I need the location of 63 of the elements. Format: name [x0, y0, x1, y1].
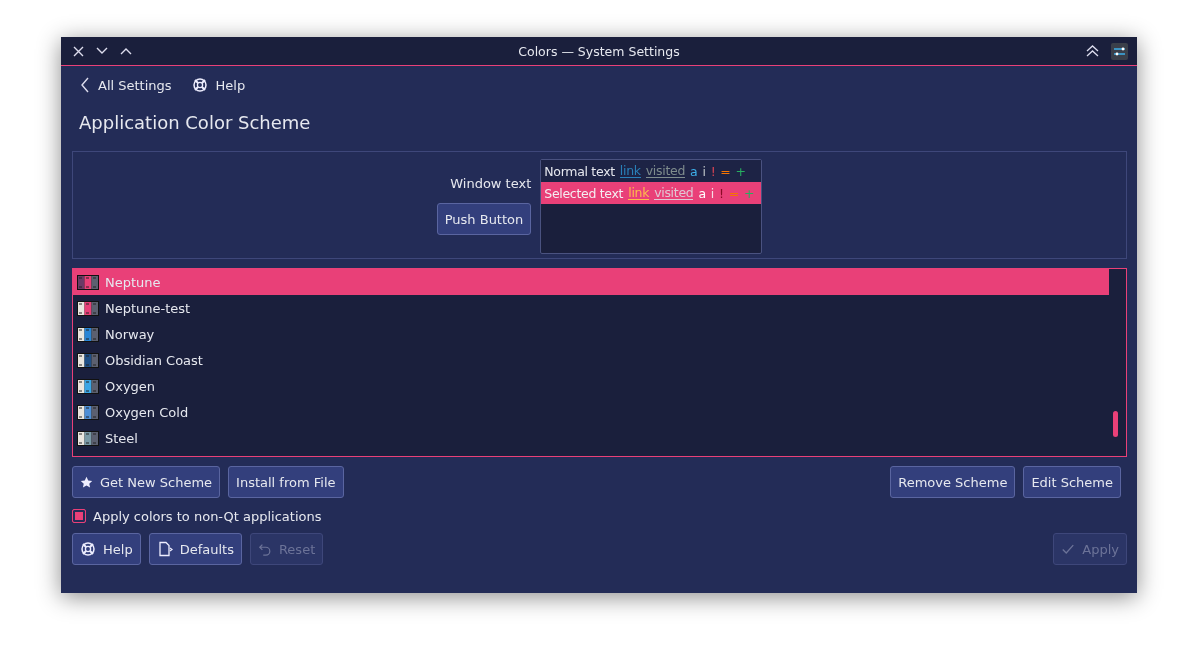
preview-text: +: [735, 163, 746, 179]
back-button[interactable]: All Settings: [80, 77, 172, 93]
preview-text: link: [619, 164, 641, 178]
scheme-item[interactable]: Obsidian Coast: [73, 347, 1109, 373]
scheme-name: Obsidian Coast: [105, 352, 203, 368]
push-button[interactable]: Install from File: [228, 466, 344, 498]
scheme-name: Neptune: [105, 274, 161, 290]
scheme-item[interactable]: Oxygen Cold: [73, 399, 1109, 425]
scheme-name: Norway: [105, 326, 155, 342]
color-scheme-icon: [77, 274, 99, 290]
maximize-icon[interactable]: [120, 47, 132, 55]
undo-icon: [257, 542, 272, 556]
checkbox-label: Apply colors to non-Qt applications: [93, 508, 322, 524]
preview-text: i: [702, 163, 706, 179]
page-title: Application Color Scheme: [79, 112, 312, 135]
preview-text: !: [710, 163, 716, 179]
preview-text: Normal text: [544, 163, 615, 179]
checkbox[interactable]: [72, 509, 86, 523]
push-button[interactable]: Push Button: [436, 203, 532, 235]
push-button[interactable]: Edit Scheme: [1023, 466, 1121, 498]
push-button[interactable]: Remove Scheme: [890, 466, 1016, 498]
scrollbar-handle[interactable]: [1113, 411, 1118, 437]
preview-text: i: [710, 185, 714, 201]
keep-above-icon[interactable]: [1086, 45, 1099, 57]
color-scheme-icon: [77, 404, 99, 420]
scheme-name: Oxygen Cold: [105, 404, 189, 420]
window-text-label: Window text: [450, 176, 532, 191]
preview-text: =: [728, 185, 739, 201]
push-button[interactable]: Get New Scheme: [72, 466, 221, 498]
color-scheme-icon: [77, 300, 99, 316]
push-button[interactable]: Help: [72, 533, 141, 565]
preview-text: visited: [654, 186, 694, 200]
preview-text: a: [698, 185, 706, 201]
scheme-item[interactable]: Norway: [73, 321, 1109, 347]
close-icon[interactable]: [73, 45, 84, 57]
scheme-item[interactable]: Steel: [73, 425, 1109, 451]
scheme-item[interactable]: Oxygen: [73, 373, 1109, 399]
preview-text: visited: [645, 164, 686, 178]
help-button[interactable]: Help: [191, 77, 246, 93]
color-scheme-icon: [77, 326, 99, 342]
scheme-item[interactable]: Neptune-test: [73, 295, 1109, 321]
color-scheme-icon: [77, 430, 99, 446]
color-scheme-icon: [77, 352, 99, 368]
minimize-icon[interactable]: [96, 47, 108, 55]
color-scheme-icon: [77, 378, 99, 394]
scheme-name: Neptune-test: [105, 300, 191, 316]
scheme-name: Oxygen: [105, 378, 156, 394]
preview-text: link: [628, 186, 650, 200]
preview-text: =: [720, 163, 731, 179]
sliders-icon[interactable]: [1111, 42, 1128, 60]
preview-text: +: [743, 185, 755, 201]
help-icon: [80, 541, 96, 557]
preview-text: Selected text: [544, 185, 624, 201]
window-title: Colors — System Settings: [518, 43, 680, 59]
preview-text: !: [719, 185, 724, 201]
star-icon: [80, 475, 93, 489]
scheme-name: Steel: [105, 430, 138, 446]
back-icon: [80, 77, 90, 93]
document-icon: [156, 541, 173, 557]
push-button[interactable]: Defaults: [148, 533, 242, 565]
check-icon: [1061, 542, 1076, 556]
help-icon: [191, 77, 208, 93]
preview-text: a: [690, 163, 698, 179]
